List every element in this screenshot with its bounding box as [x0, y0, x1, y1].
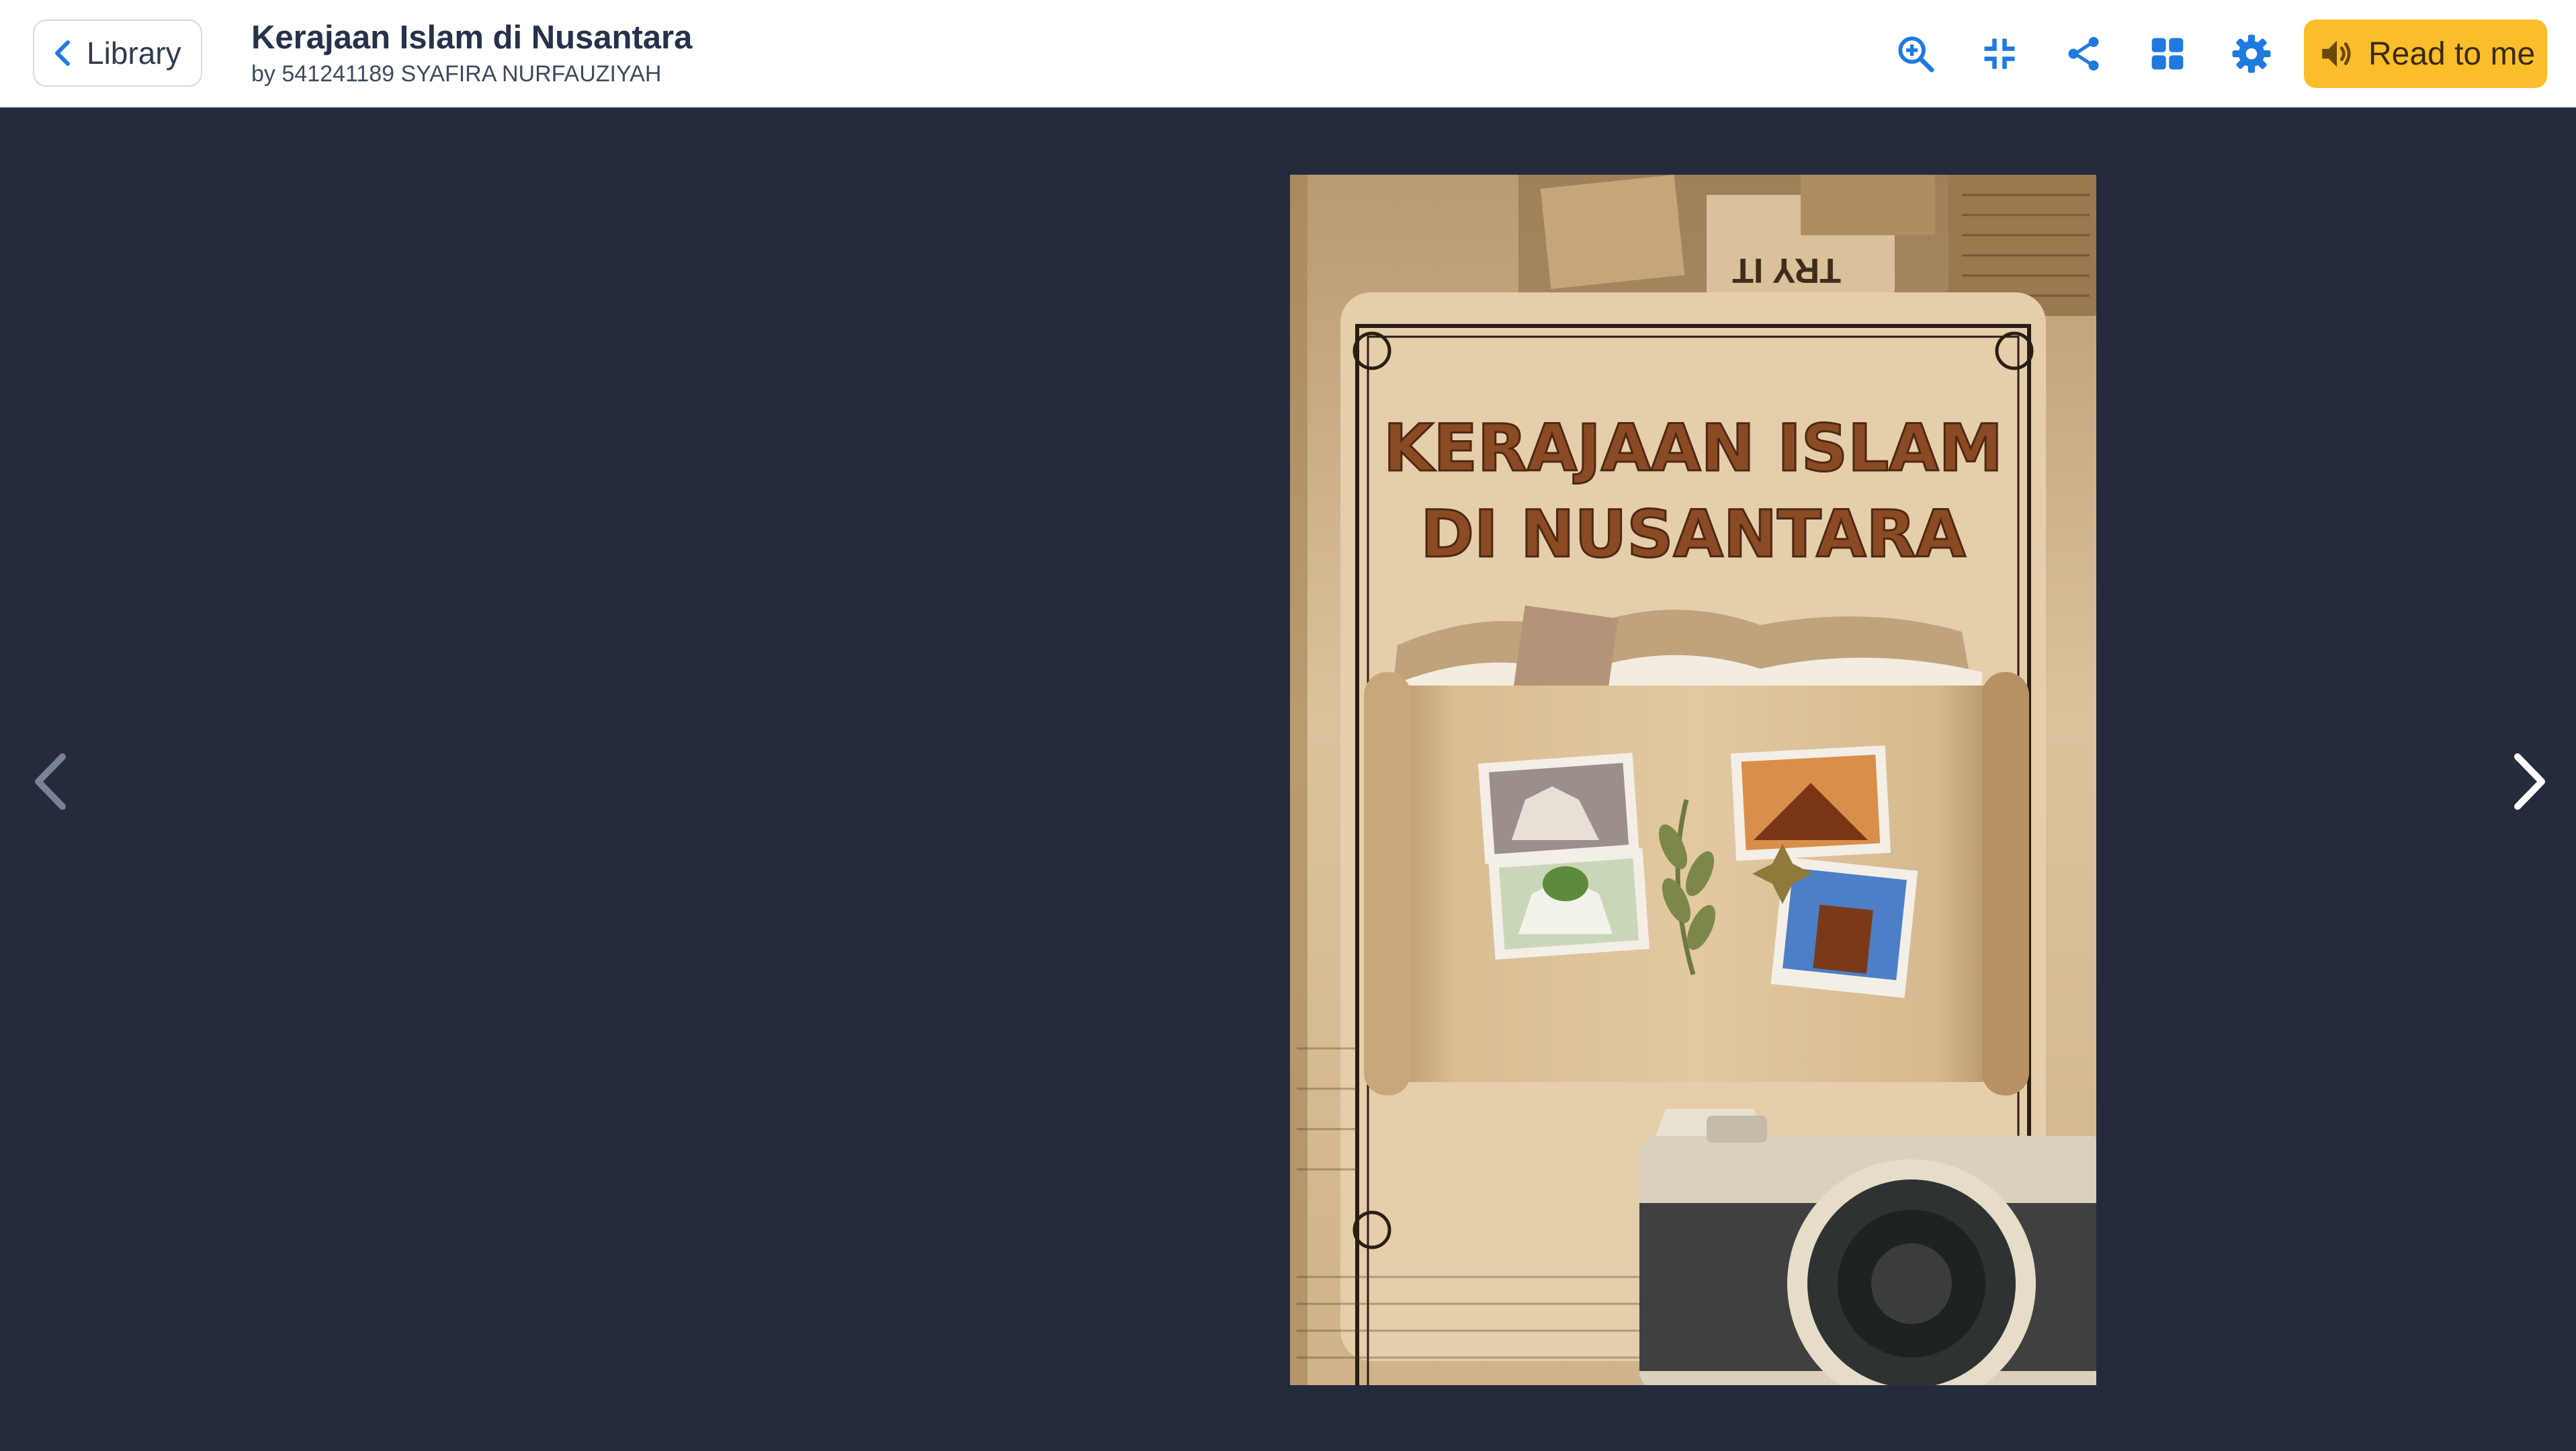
- grid-view-icon: [2151, 38, 2184, 70]
- settings-button[interactable]: [2223, 25, 2280, 83]
- chevron-right-icon: [2514, 753, 2545, 810]
- exit-fullscreen-icon: [1984, 38, 2015, 69]
- library-back-button[interactable]: Library: [33, 19, 202, 87]
- cover-title-line-2: DI NUSANTARA: [1420, 497, 1965, 572]
- exit-fullscreen-button[interactable]: [1971, 25, 2028, 83]
- share-button[interactable]: [2055, 25, 2112, 83]
- read-to-me-button[interactable]: Read to me: [2304, 19, 2547, 88]
- zoom-in-icon: [1898, 36, 1934, 73]
- camera-illustration: [1639, 1109, 2096, 1385]
- chevron-left-icon: [35, 753, 66, 810]
- grid-view-button[interactable]: [2139, 25, 2196, 83]
- cover-title-line-1: KERAJAAN ISLAM: [1383, 411, 2003, 486]
- speaker-icon: [2322, 40, 2351, 67]
- book-title: Kerajaan Islam di Nusantara: [251, 19, 693, 56]
- book-cover-page: TRY IT KERAJAAN ISLAM DI NUSANTARA: [1290, 175, 2096, 1385]
- book-info: Kerajaan Islam di Nusantara by 541241189…: [251, 16, 692, 89]
- book-author: by 541241189 SYAFIRA NURFAUZIYAH: [251, 61, 662, 87]
- settings-icon: [2232, 34, 2271, 73]
- zoom-in-button[interactable]: [1887, 25, 1944, 83]
- mosque-photo-top-left: [1478, 753, 1639, 864]
- clipping-text: TRY IT: [1732, 251, 1841, 290]
- mosque-photo-bottom-left: [1488, 848, 1649, 960]
- mosque-photo-top-right: [1730, 745, 1891, 861]
- chevron-left-icon: [55, 40, 70, 66]
- book-cover-illustration: TRY IT KERAJAAN ISLAM DI NUSANTARA: [1290, 175, 2096, 1385]
- next-page-button[interactable]: [2493, 745, 2567, 819]
- share-icon: [2068, 37, 2099, 71]
- library-label: Library: [87, 36, 181, 71]
- previous-page-button[interactable]: [13, 745, 87, 819]
- top-bar: Library Kerajaan Islam di Nusantara by 5…: [0, 0, 2576, 108]
- read-to-me-label: Read to me: [2368, 36, 2536, 72]
